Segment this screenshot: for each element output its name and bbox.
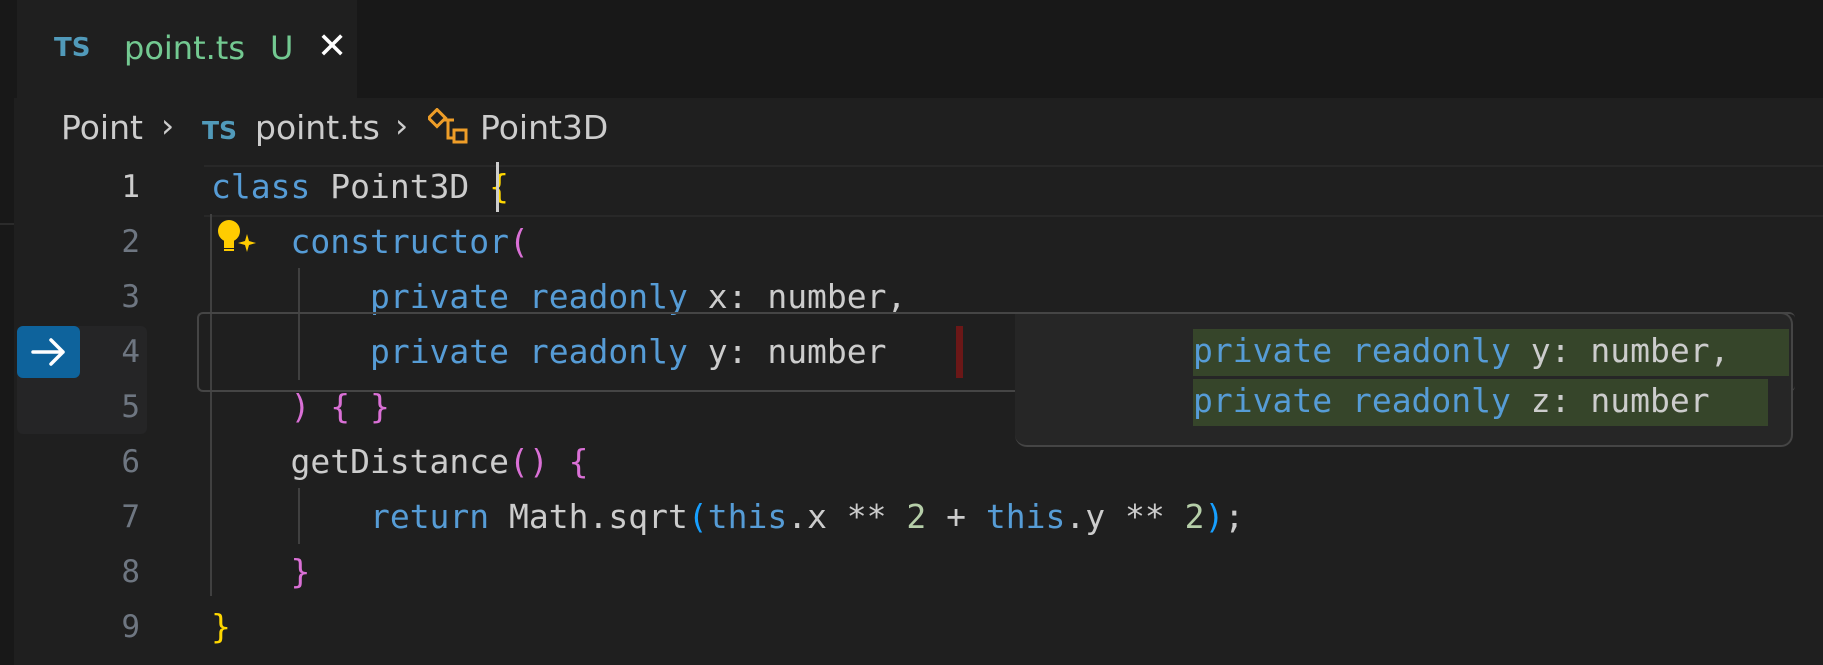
- line-number: 8: [121, 554, 140, 590]
- code-line[interactable]: }: [211, 552, 310, 591]
- code-token: private: [369, 277, 529, 316]
- code-line[interactable]: return Math.sqrt(this.x ** 2 + this.y **…: [211, 497, 1244, 536]
- chevron-right-icon: ›: [395, 106, 409, 145]
- code-token: (: [687, 497, 708, 536]
- suggestion-line: private readonly z: number: [1193, 381, 1710, 420]
- code-line[interactable]: private readonly x: number,: [211, 277, 906, 316]
- code-token: private: [1193, 331, 1352, 370]
- code-token: .x **: [787, 497, 907, 536]
- code-token: (: [509, 222, 529, 261]
- code-token: }: [290, 552, 311, 591]
- tab-untracked-badge: U: [270, 29, 294, 67]
- line-number: 6: [121, 444, 140, 480]
- code-token: class: [211, 167, 331, 206]
- code-token: readonly: [528, 277, 708, 316]
- inline-edit-suggestion-panel[interactable]: private readonly y: number, private reado…: [1015, 312, 1793, 447]
- line-number: 1: [121, 169, 140, 205]
- line-number: 5: [121, 389, 140, 425]
- code-token: private: [1193, 381, 1352, 420]
- suggestion-line: private readonly y: number,: [1193, 331, 1729, 370]
- code-token: }: [211, 607, 231, 646]
- code-token: ;: [1224, 497, 1245, 536]
- tab-point-ts[interactable]: TS point.ts U ✕: [17, 0, 357, 98]
- line-number: 3: [121, 279, 140, 315]
- code-token: readonly: [1351, 331, 1531, 370]
- tab-bar: TS point.ts U ✕: [0, 0, 1823, 98]
- code-token: this: [707, 497, 788, 536]
- code-token: constructor: [290, 222, 510, 261]
- activity-strip: [0, 98, 14, 665]
- tab-filename: point.ts: [124, 29, 245, 67]
- text-cursor: [496, 162, 499, 212]
- code-token: this: [985, 497, 1066, 536]
- typescript-file-icon: TS: [54, 33, 91, 63]
- breadcrumb-symbol[interactable]: Point3D: [480, 108, 608, 147]
- code-token: y: number,: [1530, 331, 1730, 370]
- code-token: getDistance: [211, 442, 510, 481]
- code-line[interactable]: constructor(: [211, 222, 529, 261]
- code-token: z: number: [1530, 381, 1710, 420]
- code-token: ): [1204, 497, 1225, 536]
- line-number: 2: [121, 224, 140, 260]
- line-number: 9: [121, 609, 140, 645]
- code-token: 2: [1184, 497, 1205, 536]
- lightbulb-sparkle-icon[interactable]: [214, 216, 258, 260]
- code-token: Math.sqrt: [509, 497, 688, 536]
- line-number: 7: [121, 499, 140, 535]
- line-number: 4: [121, 334, 140, 370]
- chevron-right-icon: ›: [161, 106, 175, 145]
- breadcrumb-file[interactable]: point.ts: [255, 108, 380, 147]
- code-token: readonly: [1351, 381, 1531, 420]
- code-token: +: [926, 497, 986, 536]
- code-line[interactable]: class Point3D {: [211, 167, 509, 206]
- code-token: return: [369, 497, 510, 536]
- code-token: .y **: [1065, 497, 1185, 536]
- removed-text-marker: [956, 326, 963, 378]
- class-icon: [428, 108, 468, 144]
- code-token: ) { }: [290, 387, 390, 426]
- code-token: x: number,: [707, 277, 907, 316]
- breadcrumb-folder[interactable]: Point: [61, 108, 143, 147]
- code-token: () {: [509, 442, 589, 481]
- code-line[interactable]: getDistance() {: [211, 442, 589, 481]
- code-line[interactable]: }: [211, 607, 231, 646]
- typescript-file-icon: TS: [202, 116, 238, 145]
- code-token: Point3D: [330, 167, 470, 206]
- close-icon[interactable]: ✕: [317, 26, 347, 67]
- code-token: 2: [906, 497, 927, 536]
- code-line[interactable]: ) { }: [211, 387, 390, 426]
- code-token: {: [489, 167, 510, 206]
